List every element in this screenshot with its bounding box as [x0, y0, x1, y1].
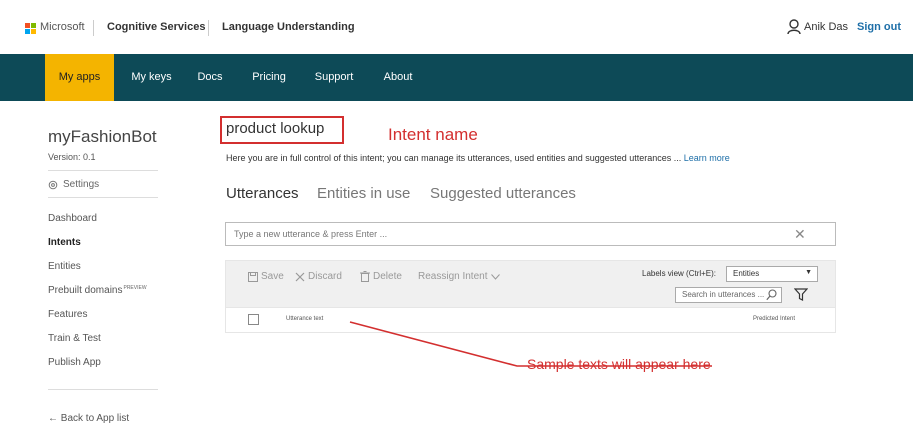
nav-my-apps[interactable]: My apps [45, 54, 114, 101]
learn-more-link[interactable]: Learn more [684, 153, 730, 163]
reassign-intent-dropdown[interactable]: Reassign Intent [418, 271, 500, 282]
microsoft-label: Microsoft [40, 21, 85, 33]
chevron-down-icon: ▼ [805, 269, 812, 276]
save-icon [248, 271, 258, 282]
settings-label: Settings [63, 179, 100, 190]
nav-pricing[interactable]: Pricing [243, 54, 295, 101]
labels-view-value: Entities [733, 269, 760, 278]
select-all-checkbox[interactable] [248, 314, 259, 325]
app-name: myFashionBot [48, 127, 157, 146]
back-to-app-list-link[interactable]: ← Back to App list [48, 413, 129, 424]
brand-cognitive-services[interactable]: Cognitive Services [107, 21, 205, 33]
delete-label: Delete [373, 271, 402, 282]
save-button[interactable]: Save [248, 271, 284, 282]
sidebar-item-intents[interactable]: Intents [48, 237, 81, 248]
microsoft-logo-icon [25, 23, 36, 34]
sidebar-item-entities[interactable]: Entities [48, 261, 81, 272]
discard-icon [295, 272, 305, 281]
user-icon [787, 19, 801, 35]
brand-language-understanding[interactable]: Language Understanding [222, 21, 355, 33]
delete-icon [360, 271, 370, 282]
top-bar: Microsoft Cognitive Services Language Un… [0, 0, 913, 54]
tab-entities-in-use[interactable]: Entities in use [317, 185, 410, 202]
divider [93, 20, 94, 36]
preview-badge: PREVIEW [123, 285, 147, 291]
nav-support[interactable]: Support [308, 54, 360, 101]
utterance-toolbar: Save Discard Delete Reassign Intent Labe… [225, 260, 836, 308]
sidebar-divider [48, 170, 158, 171]
sign-out-link[interactable]: Sign out [857, 21, 901, 33]
sidebar-item-prebuilt-domains[interactable]: Prebuilt domainsPREVIEW [48, 285, 147, 296]
labels-view-select[interactable]: Entities ▼ [726, 266, 818, 282]
delete-button[interactable]: Delete [360, 271, 402, 282]
column-utterance-text: Utterance text [286, 316, 324, 322]
sidebar-item-features[interactable]: Features [48, 309, 87, 320]
sidebar-divider [48, 197, 158, 198]
search-icon[interactable] [766, 289, 777, 301]
nav-docs[interactable]: Docs [190, 54, 230, 101]
sidebar-item-train-test[interactable]: Train & Test [48, 333, 101, 344]
reassign-label: Reassign Intent [418, 271, 488, 282]
sidebar-divider [48, 389, 158, 390]
save-label: Save [261, 271, 284, 282]
nav-my-keys[interactable]: My keys [124, 54, 179, 101]
gear-icon [48, 180, 58, 189]
close-icon[interactable]: ✕ [794, 226, 806, 242]
chevron-down-icon [490, 273, 500, 280]
sidebar-item-publish-app[interactable]: Publish App [48, 357, 101, 368]
sidebar-item-label: Prebuilt domains [48, 285, 123, 296]
nav-about[interactable]: About [375, 54, 421, 101]
divider [208, 20, 209, 36]
labels-view-label: Labels view (Ctrl+E): [642, 269, 717, 278]
user-name[interactable]: Anik Das [804, 21, 848, 33]
discard-label: Discard [308, 271, 342, 282]
intent-name-annotation: Intent name [388, 125, 478, 144]
sample-texts-annotation: Sample texts will appear here [527, 356, 711, 372]
main-nav: My apps My keys Docs Pricing Support Abo… [0, 54, 913, 101]
sidebar-item-dashboard[interactable]: Dashboard [48, 213, 97, 224]
filter-icon[interactable] [794, 288, 808, 301]
settings-link[interactable]: Settings [48, 179, 99, 190]
app-version: Version: 0.1 [48, 152, 96, 162]
utterance-input[interactable] [225, 222, 836, 246]
search-placeholder: Search in utterances ... [682, 290, 765, 299]
tab-suggested-utterances[interactable]: Suggested utterances [430, 185, 576, 202]
column-predicted-intent: Predicted Intent [752, 316, 795, 322]
intent-description: Here you are in full control of this int… [226, 153, 730, 163]
intent-title: product lookup [226, 120, 325, 137]
utterance-table-header: Utterance text Predicted Intent [225, 308, 836, 333]
description-text: Here you are in full control of this int… [226, 153, 682, 163]
discard-button[interactable]: Discard [295, 271, 342, 282]
utterance-search-input[interactable]: Search in utterances ... [675, 287, 782, 303]
tab-utterances[interactable]: Utterances [226, 185, 299, 202]
